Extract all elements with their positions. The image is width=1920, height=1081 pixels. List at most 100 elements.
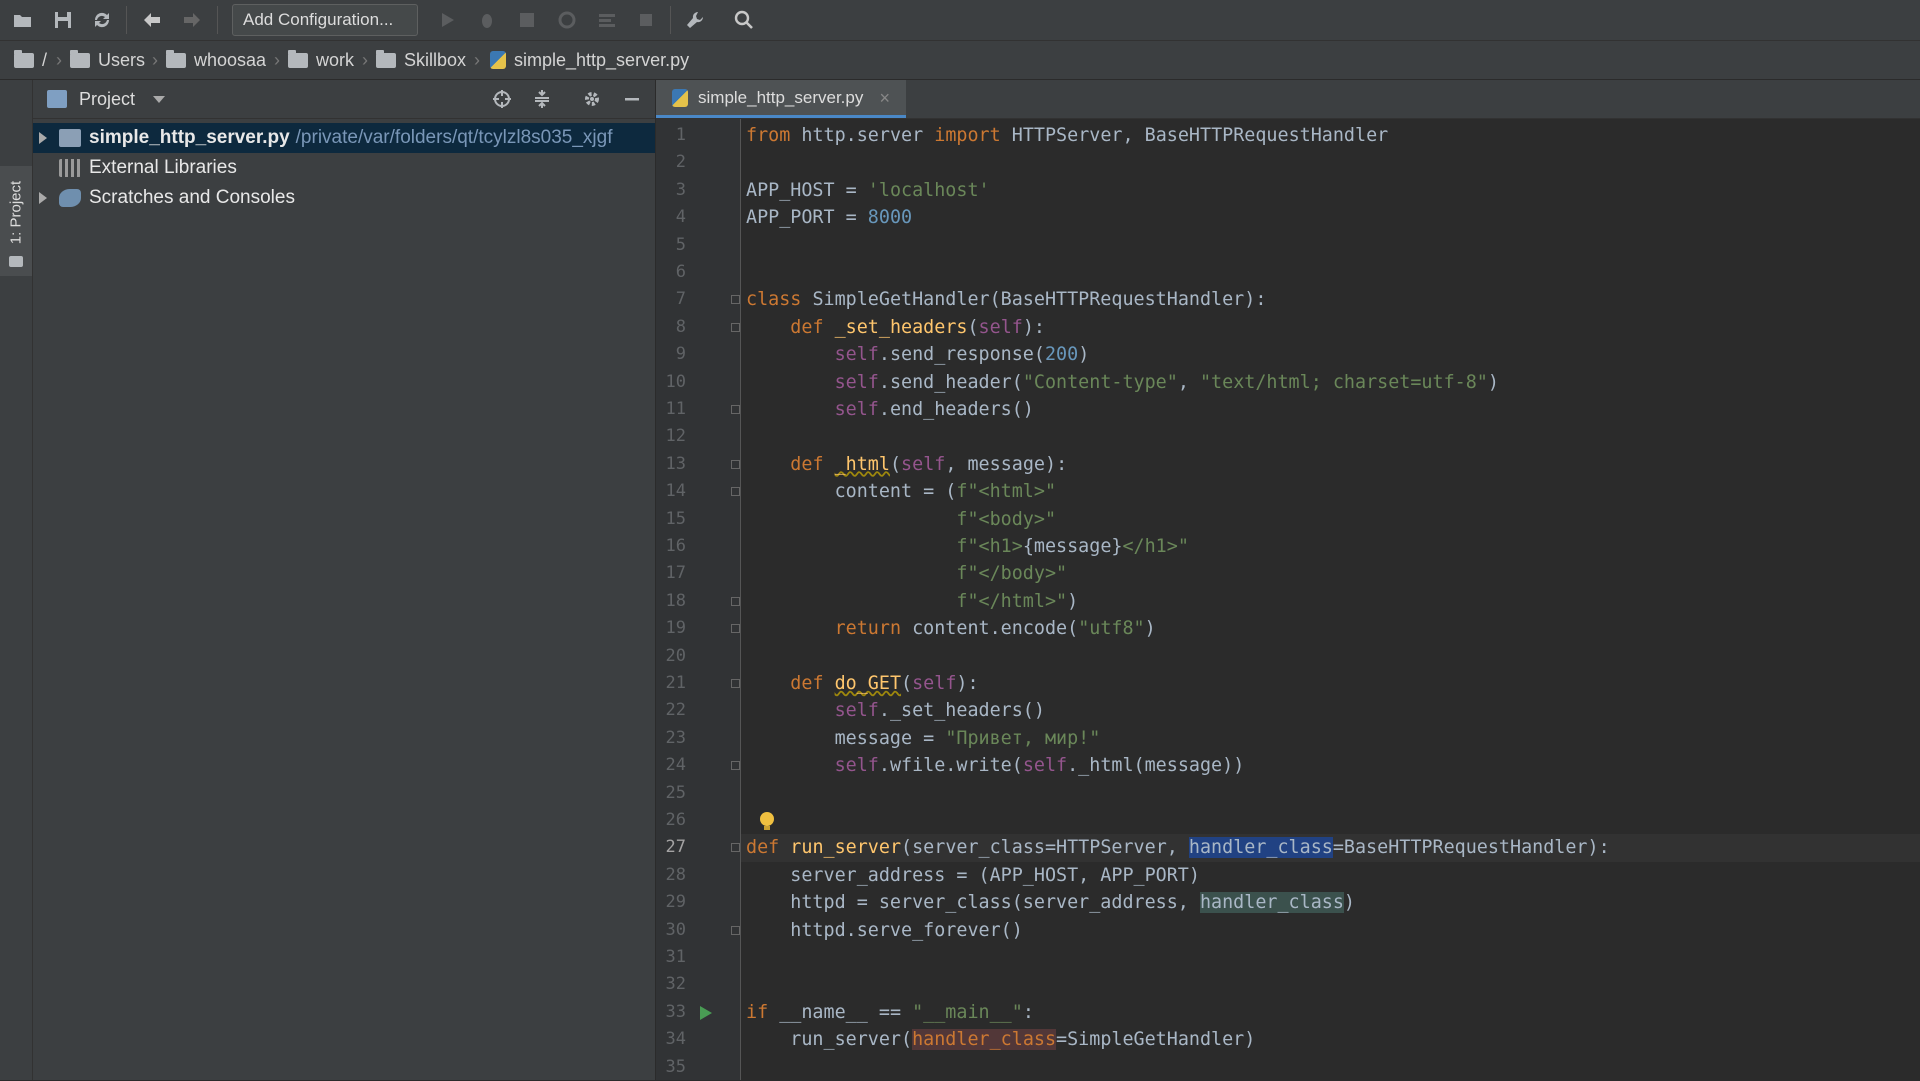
- fold-marker-icon[interactable]: [731, 761, 740, 771]
- code-line[interactable]: run_server(handler_class=SimpleGetHandle…: [746, 1026, 1255, 1053]
- code-line[interactable]: def _set_headers(self):: [746, 314, 1045, 341]
- concurrency-icon[interactable]: [594, 7, 620, 33]
- line-number: 16: [665, 536, 686, 556]
- code-line[interactable]: return content.encode("utf8"): [746, 615, 1156, 642]
- code-token: self: [1022, 755, 1068, 777]
- toolbar-separator: [217, 6, 218, 34]
- back-icon[interactable]: [139, 7, 165, 33]
- debug-icon[interactable]: [474, 7, 500, 33]
- editor-gutter[interactable]: 1 2 3 4 5 6 7 8 9 10 11 12 13 14 15 16 17 18 19 20 21 22 23 24 2…: [656, 119, 741, 1080]
- library-icon: [59, 159, 81, 177]
- hide-panel-icon[interactable]: [620, 87, 644, 111]
- lightbulb-icon[interactable]: [760, 812, 774, 830]
- code-line[interactable]: def run_server(server_class=HTTPServer, …: [746, 834, 1610, 861]
- code-token: _set_headers: [834, 316, 968, 338]
- code-line[interactable]: httpd.serve_forever(): [746, 917, 1023, 944]
- fold-marker-icon[interactable]: [731, 487, 740, 497]
- code-line[interactable]: self.send_header("Content-type", "text/h…: [746, 369, 1499, 396]
- code-token: ): [1078, 344, 1090, 366]
- code-token: 8000: [867, 207, 913, 229]
- fold-marker-icon[interactable]: [731, 295, 740, 305]
- sync-icon[interactable]: [89, 7, 115, 33]
- collapse-all-icon[interactable]: [530, 87, 554, 111]
- code-token: f"<html>": [956, 481, 1057, 503]
- line-number: 11: [665, 399, 686, 419]
- breadcrumb-item-skillbox[interactable]: Skillbox: [376, 41, 466, 79]
- breadcrumb-item-whoosaa[interactable]: whoosaa: [166, 41, 266, 79]
- code-line[interactable]: class SimpleGetHandler(BaseHTTPRequestHa…: [746, 286, 1266, 313]
- chevron-down-icon[interactable]: [153, 96, 165, 103]
- code-line[interactable]: server_address = (APP_HOST, APP_PORT): [746, 862, 1200, 889]
- fold-marker-icon[interactable]: [731, 459, 740, 469]
- code-line[interactable]: f"</body>": [746, 560, 1067, 587]
- tree-item-external-libraries[interactable]: External Libraries: [33, 153, 655, 183]
- run-icon[interactable]: [434, 7, 460, 33]
- code-line[interactable]: f"<body>": [746, 506, 1056, 533]
- breadcrumb-item-file[interactable]: simple_http_server.py: [490, 41, 689, 79]
- breadcrumb-item-root[interactable]: /: [14, 41, 47, 79]
- coverage-icon[interactable]: [514, 7, 540, 33]
- locate-target-icon[interactable]: [490, 87, 514, 111]
- expand-arrow-icon[interactable]: [39, 192, 47, 204]
- code-line[interactable]: self.end_headers(): [746, 396, 1034, 423]
- code-line[interactable]: httpd = server_class(server_address, han…: [746, 889, 1355, 916]
- code-line[interactable]: def _html(self, message):: [746, 451, 1067, 478]
- code-token: if: [746, 1001, 780, 1023]
- settings-wrench-icon[interactable]: [682, 7, 708, 33]
- code-token: self: [834, 344, 879, 366]
- code-line[interactable]: APP_PORT = 8000: [746, 204, 912, 231]
- code-line[interactable]: content = (f"<html>": [746, 478, 1056, 505]
- project-view-selector[interactable]: Project: [79, 80, 135, 118]
- fold-marker-icon[interactable]: [731, 405, 740, 414]
- code-token: (server_class=HTTPServer,: [901, 837, 1189, 859]
- code-line[interactable]: message = "Привет, мир!": [746, 725, 1101, 752]
- code-line[interactable]: APP_HOST = 'localhost': [746, 177, 990, 204]
- run-configuration-dropdown[interactable]: Add Configuration...: [232, 4, 418, 36]
- save-icon[interactable]: [50, 7, 76, 33]
- fold-marker-icon[interactable]: [731, 624, 740, 634]
- main-toolbar: Add Configuration...: [0, 0, 1920, 41]
- line-number: 15: [665, 508, 686, 529]
- code-token: APP_PORT =: [746, 207, 868, 229]
- code-token: "utf8": [1078, 618, 1145, 640]
- code-line[interactable]: if __name__ == "__main__":: [746, 999, 1034, 1026]
- python-file-icon: [490, 51, 506, 69]
- project-tree: simple_http_server.py /private/var/folde…: [33, 119, 655, 1080]
- line-number: 32: [665, 974, 686, 995]
- fold-marker-icon[interactable]: [731, 925, 740, 935]
- line-number: 5: [675, 234, 686, 255]
- fold-marker-icon[interactable]: [731, 596, 740, 606]
- code-line[interactable]: self.send_response(200): [746, 341, 1090, 368]
- search-icon[interactable]: [731, 7, 757, 33]
- tree-item-scratches-consoles[interactable]: Scratches and Consoles: [33, 183, 655, 213]
- open-folder-icon[interactable]: [10, 7, 36, 33]
- gear-icon[interactable]: [580, 87, 604, 111]
- code-line[interactable]: self._set_headers(): [746, 697, 1045, 724]
- code-token: content.encode(: [912, 618, 1079, 640]
- breadcrumb-item-work[interactable]: work: [288, 41, 354, 79]
- code-line[interactable]: from http.server import HTTPServer, Base…: [746, 122, 1388, 149]
- profile-icon[interactable]: [554, 7, 580, 33]
- code-editor[interactable]: from http.server import HTTPServer, Base…: [741, 119, 1920, 1080]
- code-line[interactable]: def do_GET(self):: [746, 670, 978, 697]
- code-token: self: [901, 453, 946, 475]
- code-line[interactable]: self.wfile.write(self._html(message)): [746, 752, 1245, 779]
- tree-item-simple-http-server[interactable]: simple_http_server.py /private/var/folde…: [33, 123, 655, 153]
- fold-marker-icon[interactable]: [731, 843, 740, 853]
- close-icon[interactable]: ×: [879, 88, 890, 109]
- fold-marker-icon[interactable]: [731, 322, 740, 332]
- folder-icon: [376, 49, 396, 68]
- run-gutter-icon[interactable]: [700, 1005, 712, 1020]
- line-number: 29: [665, 892, 686, 913]
- forward-icon[interactable]: [179, 7, 205, 33]
- code-token: self: [834, 700, 879, 722]
- project-tool-window-button[interactable]: 1: Project: [0, 166, 32, 276]
- tab-simple-http-server[interactable]: simple_http_server.py ×: [656, 80, 906, 118]
- breadcrumb-item-users[interactable]: Users: [70, 41, 145, 79]
- fold-marker-icon[interactable]: [731, 679, 740, 688]
- stop-icon[interactable]: [633, 7, 659, 33]
- expand-arrow-icon[interactable]: [39, 132, 47, 144]
- code-line[interactable]: f"</html>"): [746, 588, 1078, 615]
- code-line[interactable]: f"<h1>{message}</h1>": [746, 533, 1189, 560]
- code-token: =SimpleGetHandler): [1056, 1029, 1256, 1051]
